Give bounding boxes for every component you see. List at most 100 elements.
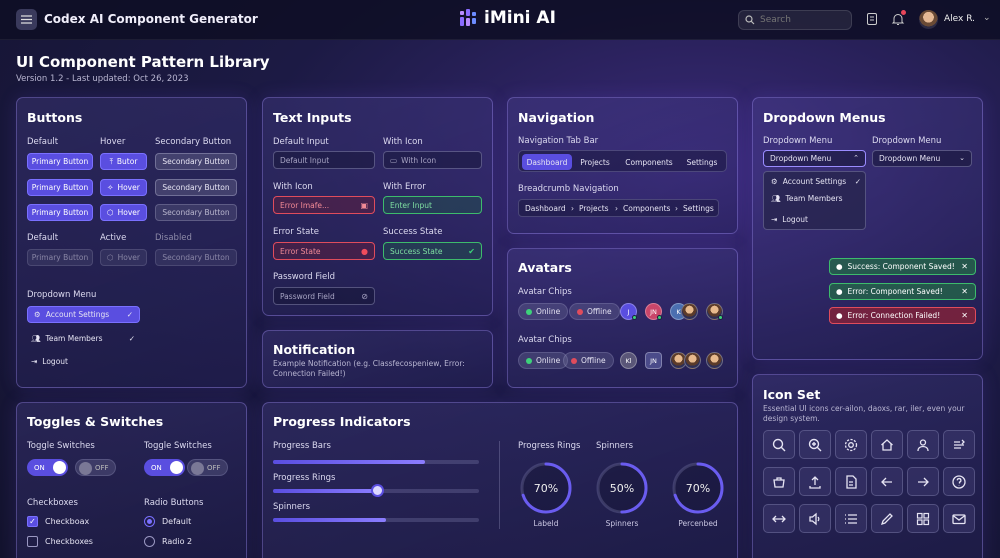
radio-1[interactable]	[144, 516, 155, 527]
password-input[interactable]: Password Field ⊘	[273, 287, 375, 305]
secondary-button-focus[interactable]: Secondary Button	[155, 204, 237, 221]
primary-button[interactable]: Primary Button	[27, 153, 93, 170]
offline-chip-2[interactable]: Offline	[563, 352, 614, 369]
toast-error: ● Error: Connection Failed! ✕	[829, 307, 976, 324]
gear-icon-tile[interactable]	[835, 430, 867, 459]
error-icon: ●	[361, 247, 368, 256]
tab-dashboard[interactable]: Dashboard	[522, 154, 572, 170]
menu-item-logout[interactable]: ⇥ Logout	[31, 357, 68, 366]
search-box[interactable]	[738, 10, 852, 30]
tab-projects[interactable]: Projects	[575, 154, 615, 170]
error-state-value: Error State	[280, 246, 321, 256]
arrow-left-icon-tile[interactable]	[871, 467, 903, 496]
crumb-dashboard[interactable]: Dashboard	[525, 204, 566, 213]
toggle-off[interactable]: OFF	[75, 459, 116, 476]
checkbox-1[interactable]: ✓	[27, 516, 38, 527]
toggle-on[interactable]: ON	[27, 459, 68, 476]
user-icon-tile[interactable]	[907, 430, 939, 459]
primary-button-focus[interactable]: Primary Button	[27, 204, 93, 221]
arrow-right-icon-tile[interactable]	[907, 467, 939, 496]
search-icon-tile[interactable]	[763, 430, 795, 459]
primary-button-hover[interactable]: Primary Button	[27, 179, 93, 196]
menu-item-team-members[interactable]: 👥︎ Team Members	[771, 194, 843, 203]
with-error-label: With Error	[383, 182, 426, 192]
list-icon-tile[interactable]	[835, 504, 867, 533]
hover-button[interactable]: ✧ Hover	[100, 179, 147, 196]
document-icon-tile[interactable]	[835, 467, 867, 496]
grid-icon-tile[interactable]	[907, 504, 939, 533]
transfer-icon-tile[interactable]	[763, 504, 795, 533]
avatar-photo[interactable]	[684, 352, 701, 369]
basket-icon-tile[interactable]	[763, 467, 795, 496]
chevron-right-icon: ›	[615, 204, 618, 213]
toast-text: Error: Component Saved!	[847, 287, 943, 296]
chevron-down-icon[interactable]: ⌄	[983, 13, 991, 23]
error-state-label: Error State	[273, 227, 319, 237]
progress-bar-fill	[273, 518, 387, 522]
toggle-on-2[interactable]: ON	[144, 459, 185, 476]
close-icon[interactable]: ✕	[961, 311, 968, 320]
error-state-input[interactable]: Error State ●	[273, 242, 375, 260]
enter-input-placeholder: Enter Input	[390, 200, 432, 210]
radio-2[interactable]	[144, 536, 155, 547]
hover-button-2[interactable]: ⬡ Hover	[100, 204, 147, 221]
help-icon-tile[interactable]	[943, 467, 975, 496]
rings-column-label: Progress Rings	[518, 441, 581, 451]
pencil-icon	[880, 512, 893, 525]
close-icon[interactable]: ✕	[961, 262, 968, 271]
toggle-off-2[interactable]: OFF	[187, 459, 228, 476]
slider-thumb[interactable]	[371, 484, 385, 497]
home-icon-tile[interactable]	[871, 430, 903, 459]
menu-item-team-members[interactable]: 👥︎ Team Members ✓	[31, 334, 135, 343]
brand-mark-icon	[460, 9, 476, 26]
online-chip[interactable]: Online	[518, 303, 569, 320]
with-icon-input[interactable]: ▭ With Icon	[383, 151, 482, 169]
crumb-projects[interactable]: Projects	[579, 204, 609, 213]
avatar-photo[interactable]	[706, 352, 723, 369]
grid-icon	[916, 512, 930, 525]
brand-logo[interactable]: iMini AI	[458, 8, 556, 28]
offline-label: Offline	[587, 307, 612, 316]
page-title: UI Component Pattern Library	[16, 53, 270, 71]
secondary-button-hover[interactable]: Secondary Button	[155, 179, 237, 196]
dropdown-menu-panel: ⚙ Account Settings ✓ 👥︎ Team Members ⇥ Logou…	[763, 171, 866, 230]
sort-icon-tile[interactable]	[943, 430, 975, 459]
success-state-label: Success State	[383, 227, 443, 237]
pencil-icon-tile[interactable]	[871, 504, 903, 533]
status-dot	[526, 357, 532, 364]
error-image-input[interactable]: Error Imafe... ▣	[273, 196, 375, 214]
eye-off-icon[interactable]: ⊘	[361, 292, 368, 301]
offline-chip[interactable]: Offline	[569, 303, 620, 320]
volume-icon-tile[interactable]	[799, 504, 831, 533]
sparkle-icon: ✧	[107, 183, 114, 192]
butor-button[interactable]: ⤒ Butor	[100, 153, 147, 170]
avatar[interactable]: Kl	[620, 352, 637, 369]
secondary-button[interactable]: Secondary Button	[155, 153, 237, 170]
crumb-settings[interactable]: Settings	[683, 204, 714, 213]
upload-icon-tile[interactable]	[799, 467, 831, 496]
default-input[interactable]: Default Input	[273, 151, 375, 169]
menu-item-account-settings[interactable]: ⚙ Account Settings ✓	[27, 306, 140, 323]
user-avatar[interactable]	[919, 10, 938, 29]
success-state-input[interactable]: Success State ✔	[383, 242, 482, 260]
mail-icon-tile[interactable]	[943, 504, 975, 533]
menu-item-logout[interactable]: ⇥ Logout	[771, 215, 808, 224]
search-input[interactable]	[760, 15, 840, 25]
hamburger-menu-button[interactable]	[16, 9, 37, 30]
avatar-photo[interactable]	[681, 303, 698, 320]
dropdown-select-1[interactable]: Dropdown Menu ⌃	[763, 150, 866, 167]
menu-item-account-settings[interactable]: ⚙ Account Settings ✓	[771, 177, 861, 186]
enter-input[interactable]: Enter Input	[383, 196, 482, 214]
document-icon[interactable]	[865, 12, 879, 26]
tab-components[interactable]: Components	[619, 154, 679, 170]
dropdown-select-2[interactable]: Dropdown Menu ⌄	[872, 150, 972, 167]
close-icon[interactable]: ✕	[961, 287, 968, 296]
checkbox-2[interactable]	[27, 536, 38, 547]
online-chip-2[interactable]: Online	[518, 352, 569, 369]
avatar[interactable]: JN	[645, 352, 662, 369]
tab-settings[interactable]: Settings	[682, 154, 722, 170]
progress-bar-1	[273, 460, 479, 464]
zoom-in-icon-tile[interactable]	[799, 430, 831, 459]
crumb-components[interactable]: Components	[623, 204, 670, 213]
user-name[interactable]: Alex R.	[944, 14, 975, 24]
